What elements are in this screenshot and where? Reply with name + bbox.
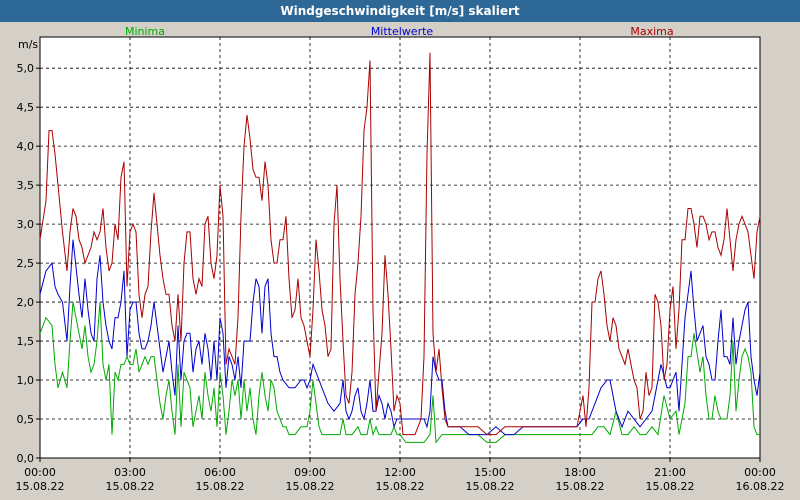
x-tick-time: 18:00 [564,466,596,479]
y-axis-label: m/s [18,38,38,51]
y-tick-label: 4,0 [17,140,35,153]
x-tick-date: 15.08.22 [106,480,155,493]
y-tick-label: 5,0 [17,62,35,75]
y-tick-label: 4,5 [17,101,35,114]
legend-minima: Minima [125,25,165,38]
legend-mittelwerte: Mittelwerte [371,25,434,38]
x-tick-date: 15.08.22 [646,480,695,493]
y-tick-label: 2,0 [17,296,35,309]
y-tick-label: 2,5 [17,257,35,270]
y-tick-label: 0,5 [17,413,35,426]
x-tick-time: 21:00 [654,466,686,479]
x-tick-time: 15:00 [474,466,506,479]
y-tick-label: 1,5 [17,335,35,348]
x-tick-date: 16.08.22 [736,480,785,493]
chart-title: Windgeschwindigkeit [m/s] skaliert [0,0,800,22]
legend-maxima: Maxima [630,25,673,38]
x-tick-date: 15.08.22 [16,480,65,493]
x-tick-date: 15.08.22 [196,480,245,493]
y-axis-ticks: 0,0 0,5 1,0 1,5 2,0 2,5 3,0 3,5 4,0 4,5 5,0 [17,62,40,465]
x-tick-date: 15.08.22 [376,480,425,493]
x-axis-ticks: 00:0015.08.2203:0015.08.2206:0015.08.220… [16,458,785,493]
x-tick-date: 15.08.22 [286,480,335,493]
x-tick-time: 06:00 [204,466,236,479]
wind-speed-chart: 0,00,51,01,52,02,53,03,54,04,55,0 00:001… [16,25,785,493]
x-tick-date: 15.08.22 [466,480,515,493]
y-tick-label: 1,0 [17,374,35,387]
y-tick-label: 3,5 [17,179,35,192]
x-tick-time: 00:00 [24,466,56,479]
y-tick-label: 3,0 [17,218,35,231]
x-tick-time: 00:00 [744,466,776,479]
y-tick-label: 0,0 [17,452,35,465]
x-tick-time: 12:00 [384,466,416,479]
x-tick-date: 15.08.22 [556,480,605,493]
x-tick-time: 09:00 [294,466,326,479]
chart-panel: 0,0 0,5 1,0 1,5 2,0 2,5 3,0 3,5 4,0 4,5 5,0 00:00 1… [0,22,800,500]
x-tick-time: 03:00 [114,466,146,479]
